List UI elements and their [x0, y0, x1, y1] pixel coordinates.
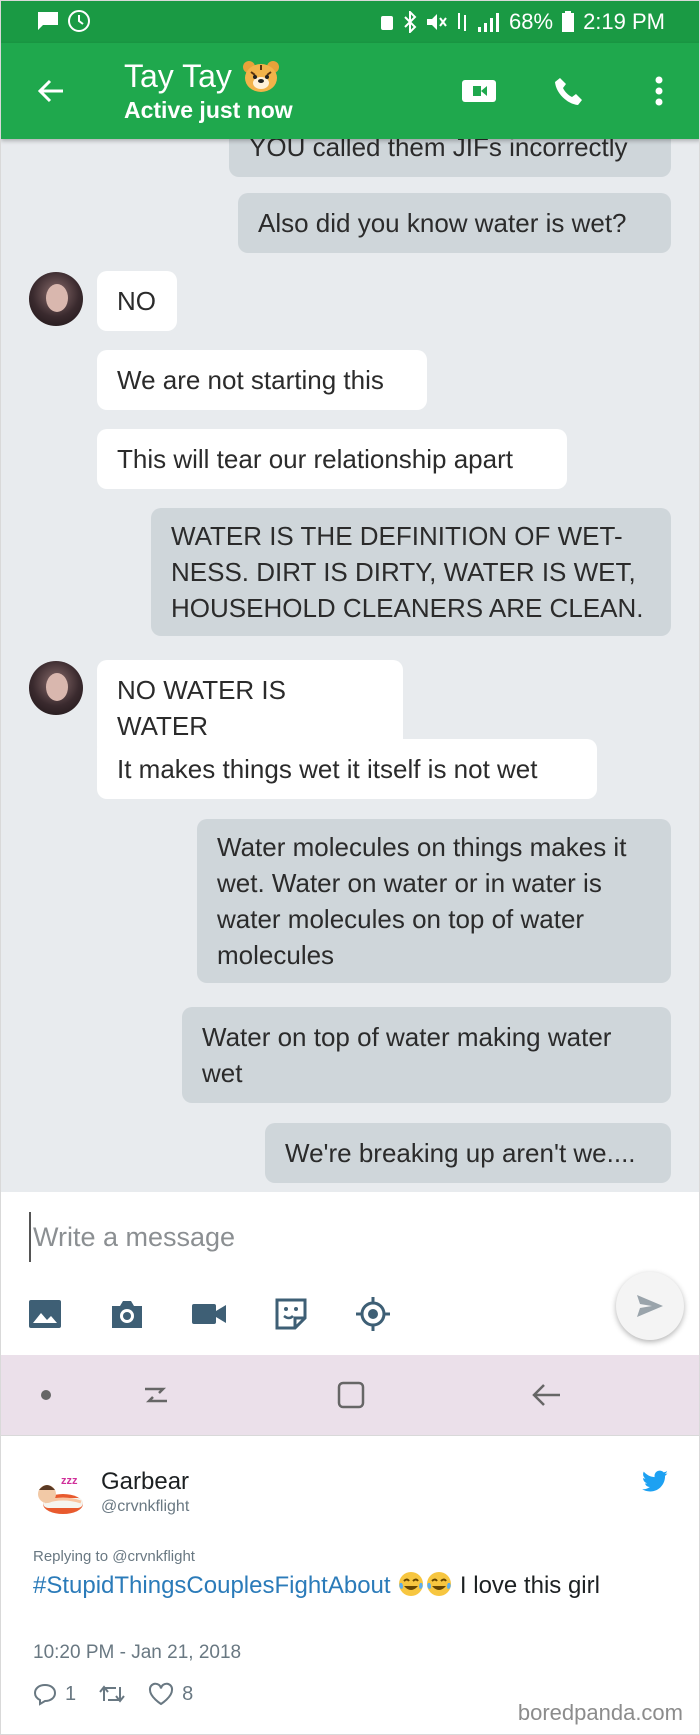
- composer-tools: [23, 1292, 395, 1336]
- mute-icon: [427, 14, 447, 30]
- alarm-icon: [381, 16, 394, 30]
- gallery-button[interactable]: [23, 1292, 67, 1336]
- recent-apps-button[interactable]: [134, 1375, 178, 1415]
- clock-icon: [68, 10, 90, 32]
- tweet-text: #StupidThingsCouplesFightAbout I love th…: [33, 1569, 673, 1602]
- watermark: boredpanda.com: [517, 1700, 683, 1725]
- message-input[interactable]: [29, 1212, 589, 1262]
- more-options-button[interactable]: [637, 69, 681, 113]
- message-bubble-out: Water on top of water making water wet: [182, 1007, 671, 1103]
- contact-avatar[interactable]: [29, 272, 83, 326]
- bluetooth-icon: [404, 11, 417, 33]
- battery-percent: 68%: [509, 9, 554, 34]
- header-actions: [457, 69, 681, 113]
- chat-notification-icon: [38, 12, 58, 30]
- message-list[interactable]: YOU called them JIFs incorrectly Also di…: [1, 139, 699, 1192]
- camera-button[interactable]: [105, 1292, 149, 1336]
- message-composer: [1, 1192, 699, 1355]
- contact-status: Active just now: [124, 97, 293, 123]
- back-arrow-icon: [37, 79, 63, 103]
- sticker-icon: [275, 1298, 307, 1330]
- message-bubble-in: NO: [97, 271, 177, 331]
- video-call-icon: [462, 80, 496, 102]
- tweet-actions: 1 8: [33, 1682, 193, 1706]
- message-bubble-out: YOU called them JIFs incorrectly: [229, 139, 671, 177]
- nav-back-icon: [532, 1384, 560, 1406]
- message-bubble-out: Also did you know water is wet?: [238, 193, 671, 253]
- phone-screen: 68% 2:19 PM Tay Tay Active just now YOU …: [0, 0, 700, 1435]
- message-bubble-in: This will tear our relationship apart: [97, 429, 567, 489]
- video-icon: [192, 1304, 226, 1324]
- message-bubble-out: WATER IS THE DEFINITION OF WET- NESS. DI…: [151, 508, 671, 636]
- chat-title-block[interactable]: Tay Tay Active just now: [124, 57, 293, 125]
- status-right: 68% 2:19 PM: [379, 9, 665, 35]
- like-count: 8: [182, 1682, 194, 1705]
- phone-call-button[interactable]: [547, 69, 591, 113]
- nav-back-button[interactable]: [524, 1375, 568, 1415]
- image-icon: [29, 1300, 61, 1328]
- data-icon: [458, 13, 467, 31]
- send-button[interactable]: [616, 1272, 684, 1340]
- embedded-tweet: zzz Garbear @crvnkflight Replying to @cr…: [0, 1435, 700, 1735]
- tears-of-joy-emoji-icon: [399, 1572, 424, 1596]
- send-icon: [637, 1295, 663, 1317]
- tweet-date[interactable]: 10:20 PM - Jan 21, 2018: [33, 1642, 241, 1664]
- more-vert-icon: [655, 76, 663, 106]
- contact-name: Tay Tay: [124, 58, 232, 94]
- status-bar: 68% 2:19 PM: [1, 1, 699, 43]
- retweet-icon: [99, 1685, 125, 1703]
- location-button[interactable]: [351, 1292, 395, 1336]
- home-button[interactable]: [329, 1375, 373, 1415]
- twitter-bird-icon[interactable]: [641, 1470, 669, 1494]
- reply-icon: [33, 1683, 57, 1706]
- retweet-action[interactable]: [98, 1683, 126, 1705]
- video-button[interactable]: [187, 1292, 231, 1336]
- camera-icon: [112, 1301, 142, 1328]
- message-bubble-in: It makes things wet it itself is not wet: [97, 739, 597, 799]
- svg-text:zzz: zzz: [61, 1475, 78, 1487]
- tweet-author-handle[interactable]: @crvnkflight: [101, 1498, 189, 1516]
- contact-name-row: Tay Tay: [124, 57, 293, 95]
- status-left: [37, 9, 91, 33]
- location-icon: [356, 1297, 390, 1331]
- message-bubble-in: We are not starting this: [97, 350, 427, 410]
- tweet-author-name[interactable]: Garbear: [101, 1468, 189, 1496]
- like-action[interactable]: 8: [148, 1682, 193, 1706]
- system-navigation-bar: [1, 1355, 699, 1435]
- bear-emoji-icon: [242, 61, 279, 92]
- message-bubble-out: We're breaking up aren't we....: [265, 1123, 671, 1183]
- contact-avatar[interactable]: [29, 661, 83, 715]
- reply-action[interactable]: 1: [33, 1682, 76, 1706]
- home-icon: [337, 1381, 365, 1409]
- sticker-button[interactable]: [269, 1292, 313, 1336]
- user-avatar[interactable]: zzz: [33, 1468, 85, 1520]
- tears-of-joy-emoji-icon: [427, 1572, 452, 1596]
- back-button[interactable]: [29, 69, 73, 113]
- status-time: 2:19 PM: [583, 9, 665, 34]
- video-call-button[interactable]: [457, 69, 501, 113]
- signal-icon: [478, 13, 500, 32]
- recent-apps-icon: [145, 1387, 167, 1403]
- dot-icon: [41, 1390, 51, 1400]
- heart-icon: [149, 1682, 174, 1706]
- phone-icon: [555, 78, 582, 105]
- battery-icon: [562, 11, 575, 32]
- tweet-body-text: I love this girl: [453, 1572, 600, 1599]
- message-bubble-out: Water molecules on things makes it wet. …: [197, 819, 671, 983]
- replying-to[interactable]: Replying to @crvnkflight: [33, 1548, 195, 1565]
- reply-count: 1: [65, 1682, 77, 1705]
- nav-dot-button[interactable]: [24, 1375, 68, 1415]
- chat-header: Tay Tay Active just now: [1, 43, 699, 139]
- tweet-hashtag-link[interactable]: #StupidThingsCouplesFightAbout: [33, 1572, 391, 1599]
